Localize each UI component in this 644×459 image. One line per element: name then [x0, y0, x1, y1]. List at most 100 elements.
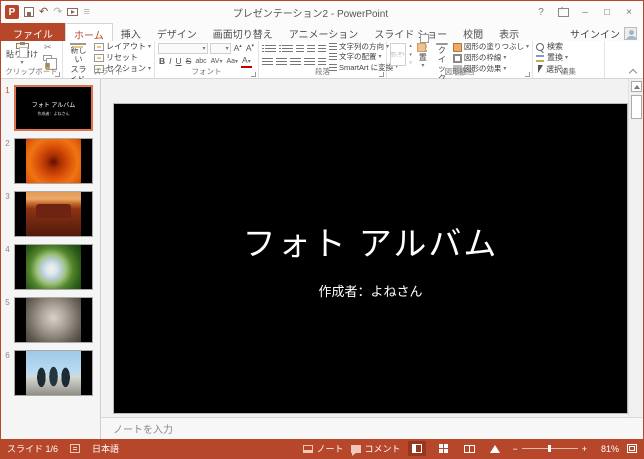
- layout-button[interactable]: レイアウト▾: [94, 43, 151, 52]
- tab-insert[interactable]: 挿入: [113, 23, 149, 41]
- slide-subtitle[interactable]: 作成者：よねさん: [318, 281, 422, 300]
- text-shadow-button[interactable]: abc: [194, 58, 207, 66]
- close-button[interactable]: ×: [619, 4, 639, 20]
- slide-title[interactable]: フォト アルバム: [243, 217, 499, 265]
- font-dialog-launcher[interactable]: [251, 72, 256, 77]
- paragraph-dialog-launcher[interactable]: [379, 72, 384, 77]
- zoom-slider-thumb[interactable]: [548, 445, 551, 452]
- user-avatar-icon: [624, 27, 637, 40]
- slide-thumbnail-3[interactable]: [14, 191, 93, 237]
- slide-thumbnail-1[interactable]: フォト アルバム 作成者：よねさん: [14, 85, 93, 131]
- paste-button[interactable]: 貼り付け ▾: [4, 43, 40, 67]
- vertical-scrollbar[interactable]: [628, 79, 643, 417]
- thumbnail-row-1[interactable]: 1 フォト アルバム 作成者：よねさん: [1, 85, 100, 131]
- shape-gallery[interactable]: [390, 43, 406, 66]
- thumbnail-row-4[interactable]: 4: [1, 244, 100, 290]
- notes-pane[interactable]: ノートを入力: [101, 417, 643, 439]
- undo-icon[interactable]: ↶: [39, 7, 48, 18]
- grow-font-button[interactable]: A▴: [233, 44, 243, 53]
- slide-sorter-view-button[interactable]: [434, 441, 452, 456]
- sign-in[interactable]: サインイン: [570, 26, 643, 41]
- zoom-slider[interactable]: − +: [512, 444, 587, 454]
- character-spacing-button[interactable]: AV▾: [210, 58, 224, 66]
- decrease-indent-icon[interactable]: [296, 45, 304, 53]
- thumbnail-row-6[interactable]: 6: [1, 350, 100, 396]
- comments-toggle[interactable]: コメント: [351, 442, 400, 455]
- scroll-up-button[interactable]: [631, 81, 642, 92]
- columns-icon[interactable]: [318, 58, 326, 66]
- new-slide-button[interactable]: 新しい スライド▾: [66, 43, 91, 67]
- slide-number: 6: [1, 350, 14, 360]
- thumbnail-row-5[interactable]: 5: [1, 297, 100, 343]
- increase-indent-icon[interactable]: [307, 45, 315, 53]
- line-spacing-icon[interactable]: [318, 45, 326, 53]
- font-size-combo[interactable]: ▾: [210, 43, 231, 54]
- align-left-icon[interactable]: [262, 58, 273, 66]
- koala-photo: [26, 298, 81, 342]
- drawing-dialog-launcher[interactable]: [525, 72, 530, 77]
- tab-animations[interactable]: アニメーション: [281, 23, 367, 41]
- clipboard-dialog-launcher[interactable]: [55, 72, 60, 77]
- zoom-percentage[interactable]: 81%: [595, 444, 619, 454]
- thumbnail-row-2[interactable]: 2: [1, 138, 100, 184]
- group-font: ▾ ▾ A▴ A▾ B I U S abc AV▾ Aa▾ A▾ フォント: [155, 41, 259, 78]
- tab-slideshow[interactable]: スライド ショー: [366, 23, 455, 41]
- align-right-icon[interactable]: [290, 58, 301, 66]
- tab-transitions[interactable]: 画面切り替え: [205, 23, 281, 41]
- shape-gallery-scroll[interactable]: ▴ ▾ ▿: [409, 43, 412, 67]
- spell-check-icon[interactable]: [70, 444, 80, 453]
- penguins-photo: [26, 351, 81, 395]
- change-case-button[interactable]: Aa▾: [225, 58, 239, 66]
- notes-toggle[interactable]: ノート: [303, 442, 343, 455]
- justify-icon[interactable]: [304, 58, 315, 66]
- font-name-combo[interactable]: ▾: [158, 43, 208, 54]
- slideshow-view-button[interactable]: [486, 441, 504, 456]
- numbering-icon[interactable]: [282, 45, 293, 53]
- tab-review[interactable]: 校閲: [455, 23, 491, 41]
- language-indicator[interactable]: 日本語: [92, 442, 119, 455]
- maximize-button[interactable]: □: [597, 4, 617, 20]
- zoom-out-button[interactable]: −: [512, 444, 517, 454]
- ribbon-display-options-button[interactable]: [553, 4, 573, 20]
- gallery-up-icon[interactable]: ▴: [409, 44, 412, 49]
- arrange-button[interactable]: 配置 ▾: [415, 43, 431, 67]
- slide-thumbnail-2[interactable]: [14, 138, 93, 184]
- tab-home[interactable]: ホーム: [65, 23, 113, 41]
- powerpoint-logo-icon[interactable]: P: [5, 5, 19, 19]
- thumbnail-row-3[interactable]: 3: [1, 191, 100, 237]
- gallery-down-icon[interactable]: ▾: [409, 53, 412, 58]
- normal-view-button[interactable]: [408, 441, 426, 456]
- help-button[interactable]: ?: [531, 4, 551, 20]
- start-from-beginning-icon[interactable]: [67, 8, 78, 16]
- replace-icon: [536, 54, 545, 63]
- scrollbar-thumb[interactable]: [631, 95, 642, 119]
- align-center-icon[interactable]: [276, 58, 287, 66]
- zoom-slider-track[interactable]: [522, 448, 578, 449]
- save-icon[interactable]: [24, 7, 34, 17]
- cut-icon[interactable]: ✂: [43, 43, 53, 53]
- reading-view-button[interactable]: [460, 441, 478, 456]
- quick-styles-button[interactable]: クイック スタイル▾: [434, 43, 450, 67]
- tab-view[interactable]: 表示: [491, 23, 527, 41]
- tab-file[interactable]: ファイル: [1, 23, 65, 41]
- replace-button[interactable]: 置換▾: [536, 54, 568, 63]
- slide-thumbnail-4[interactable]: [14, 244, 93, 290]
- fit-slide-to-window-icon[interactable]: [627, 444, 637, 453]
- bullets-icon[interactable]: [265, 45, 276, 53]
- shrink-font-button[interactable]: A▾: [245, 44, 255, 53]
- find-button[interactable]: 検索: [536, 43, 568, 52]
- shape-outline-button[interactable]: 図形の枠線▾: [453, 54, 529, 63]
- zoom-in-button[interactable]: +: [582, 444, 587, 454]
- slide-canvas[interactable]: フォト アルバム 作成者：よねさん: [114, 104, 627, 413]
- notes-placeholder[interactable]: ノートを入力: [113, 421, 173, 436]
- minimize-button[interactable]: –: [575, 4, 595, 20]
- slide-thumbnail-panel[interactable]: 1 フォト アルバム 作成者：よねさん 2 3 4: [1, 79, 101, 439]
- collapse-ribbon-icon[interactable]: [629, 67, 637, 75]
- shape-fill-button[interactable]: 図形の塗りつぶし▾: [453, 43, 529, 52]
- tab-design[interactable]: デザイン: [149, 23, 205, 41]
- redo-icon[interactable]: ↷: [53, 7, 62, 18]
- reset-button[interactable]: リセット: [94, 54, 151, 63]
- slide-thumbnail-6[interactable]: [14, 350, 93, 396]
- slide-thumbnail-5[interactable]: [14, 297, 93, 343]
- copy-icon[interactable]: [43, 55, 52, 61]
